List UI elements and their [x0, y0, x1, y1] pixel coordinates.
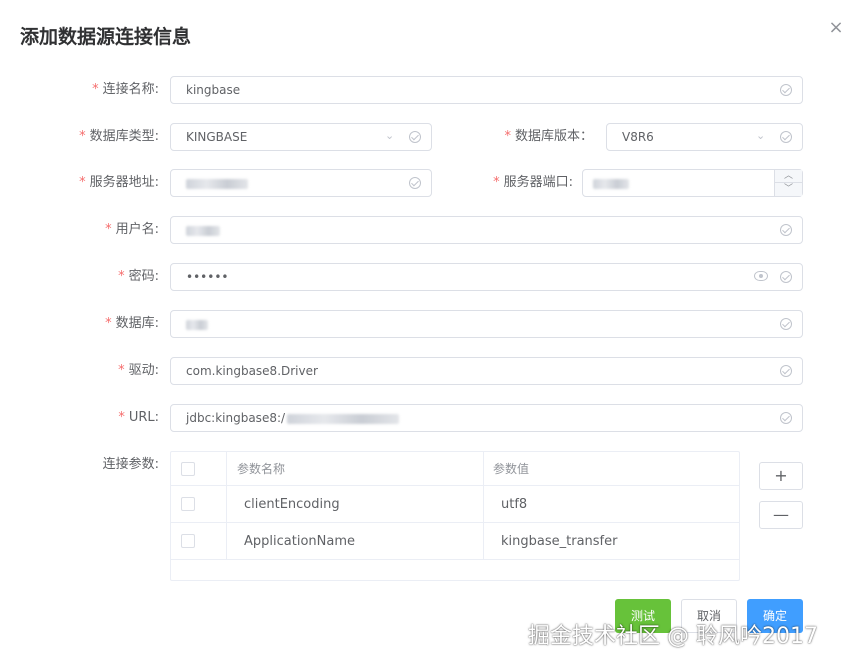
table-row: ApplicationName kingbase_transfer	[171, 523, 739, 560]
db-type-label: * 数据库类型:	[79, 129, 159, 144]
redacted-value	[287, 413, 400, 424]
redacted-value	[593, 178, 629, 189]
valid-check-icon	[780, 84, 792, 96]
chevron-down-icon: ⌄	[385, 129, 395, 142]
password-input[interactable]: ••••••	[170, 263, 803, 291]
eye-icon[interactable]	[754, 271, 768, 281]
port-label: * 服务器端口:	[493, 175, 573, 190]
valid-check-icon	[780, 131, 792, 143]
db-version-label: * 数据库版本：	[504, 129, 593, 144]
dialog-title: 添加数据源连接信息	[20, 26, 192, 48]
increment-icon[interactable]: ︿	[775, 170, 802, 183]
valid-check-icon	[780, 412, 792, 424]
valid-check-icon	[780, 365, 792, 377]
redacted-value	[186, 319, 208, 330]
connection-name-input[interactable]: kingbase	[170, 76, 803, 104]
username-input[interactable]	[170, 216, 803, 244]
column-param-value: 参数值	[493, 462, 530, 476]
params-table: 参数名称 参数值 clientEncoding utf8 Application…	[170, 451, 740, 581]
redacted-value	[186, 178, 248, 189]
param-value-cell[interactable]: utf8	[501, 486, 527, 522]
host-input[interactable]	[170, 169, 432, 197]
add-param-button[interactable]: +	[759, 462, 803, 490]
column-param-name: 参数名称	[237, 462, 286, 476]
select-all-checkbox[interactable]	[181, 461, 195, 476]
param-name-cell[interactable]: ApplicationName	[244, 523, 355, 559]
url-input[interactable]: jdbc:kingbase8:/	[170, 404, 803, 432]
valid-check-icon	[780, 271, 792, 283]
database-input[interactable]	[170, 310, 803, 338]
watermark: 掘金技术社区 @ 聆风吟2017	[528, 624, 818, 649]
host-label: * 服务器地址:	[79, 175, 159, 190]
db-type-select[interactable]: KINGBASE ⌄	[170, 123, 432, 151]
params-label: 连接参数:	[102, 457, 159, 472]
remove-param-button[interactable]: —	[759, 501, 803, 529]
param-value-cell[interactable]: kingbase_transfer	[501, 523, 617, 559]
url-label: * URL:	[118, 410, 159, 425]
port-input[interactable]: ︿ ﹀	[582, 169, 803, 197]
add-datasource-dialog: 添加数据源连接信息 × * 连接名称: kingbase * 数据库类型: KING…	[0, 0, 865, 665]
row-checkbox[interactable]	[181, 497, 195, 511]
row-checkbox[interactable]	[181, 534, 195, 548]
driver-label: * 驱动:	[118, 363, 159, 378]
database-label: * 数据库:	[105, 316, 159, 331]
table-row: clientEncoding utf8	[171, 486, 739, 523]
decrement-icon[interactable]: ﹀	[775, 183, 802, 196]
name-label: * 连接名称:	[92, 82, 159, 97]
port-stepper[interactable]: ︿ ﹀	[774, 170, 802, 196]
valid-check-icon	[409, 131, 421, 143]
valid-check-icon	[409, 177, 421, 189]
db-version-select[interactable]: V8R6 ⌄	[606, 123, 803, 151]
param-name-cell[interactable]: clientEncoding	[244, 486, 340, 522]
column-divider	[226, 452, 227, 560]
password-label: * 密码:	[118, 269, 159, 284]
redacted-value	[186, 225, 220, 236]
close-icon[interactable]: ×	[826, 18, 846, 38]
valid-check-icon	[780, 318, 792, 330]
chevron-down-icon: ⌄	[756, 129, 766, 142]
username-label: * 用户名:	[105, 222, 159, 237]
driver-input[interactable]: com.kingbase8.Driver	[170, 357, 803, 385]
valid-check-icon	[780, 224, 792, 236]
table-header: 参数名称 参数值	[171, 452, 739, 486]
column-divider	[483, 452, 484, 560]
